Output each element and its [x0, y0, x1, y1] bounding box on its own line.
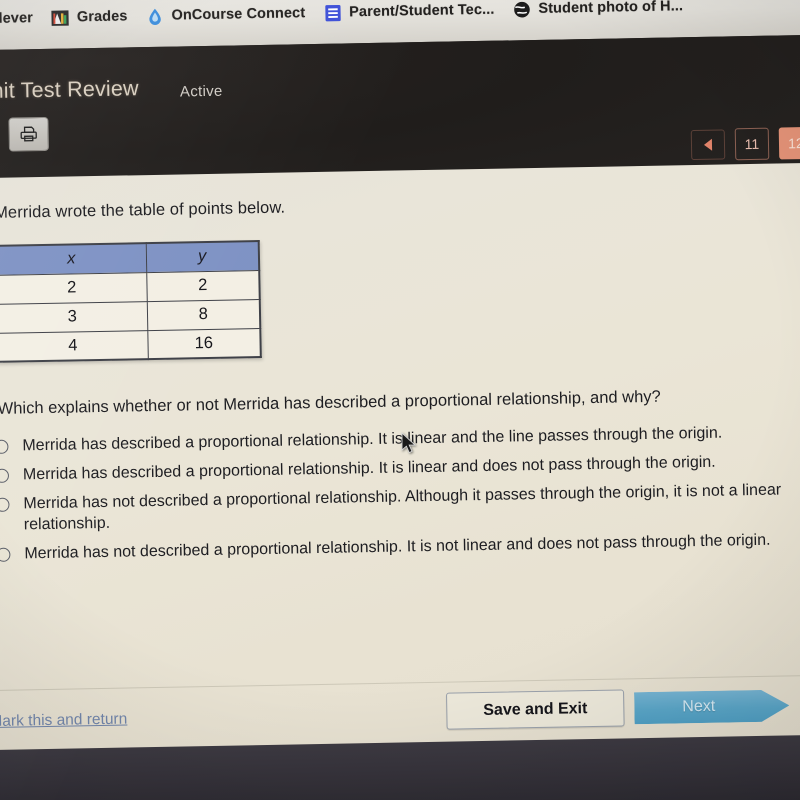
table-cell-x: 2 [0, 272, 147, 304]
table-header-y: y [145, 241, 260, 273]
prompt-text: Merrida wrote the table of points below. [0, 198, 286, 222]
bookmark-label: lever [0, 10, 34, 27]
table-cell-y: 16 [147, 328, 261, 360]
answer-option-label: Merrida has described a proportional rel… [22, 453, 716, 484]
grades-book-icon [51, 9, 70, 26]
caret-left-icon [703, 138, 713, 151]
bookmark-label: Parent/Student Tec... [349, 1, 495, 21]
question-text: Which explains whether or not Merrida ha… [0, 387, 661, 418]
radio-button-icon[interactable] [0, 497, 10, 513]
points-table: x y 2 2 3 8 4 16 [0, 240, 262, 363]
radio-button-icon[interactable] [0, 468, 10, 484]
answer-option-1[interactable]: Merrida has described a proportional rel… [0, 420, 800, 457]
table-cell-y: 2 [146, 270, 260, 302]
bookmark-clever[interactable]: lever [0, 6, 39, 32]
mark-this-and-return-link[interactable]: Mark this and return [0, 711, 127, 732]
bookmark-label: OnCourse Connect [171, 5, 306, 24]
status-badge: Active [179, 82, 223, 101]
pagination-prev-button[interactable] [690, 129, 726, 161]
document-lines-icon [324, 4, 341, 21]
answer-options: Merrida has described a proportional rel… [0, 420, 800, 574]
bookmark-label: Student photo of H... [538, 0, 684, 17]
pagination-page-12[interactable]: 12 [778, 126, 800, 160]
test-header: Unit Test Review Active 11 12 [0, 34, 800, 181]
bookmark-label: Grades [76, 8, 128, 26]
answer-option-3[interactable]: Merrida has not described a proportional… [0, 478, 800, 536]
next-button[interactable]: Next [634, 686, 790, 727]
oncourse-drop-icon [149, 8, 161, 25]
pagination: 11 12 [690, 126, 800, 161]
table-row: 4 16 [0, 328, 261, 362]
pagination-page-11[interactable]: 11 [734, 127, 770, 161]
bookmark-oncourse-connect[interactable]: OnCourse Connect [139, 1, 311, 29]
table-cell-y: 8 [146, 299, 261, 331]
printer-icon [20, 126, 37, 142]
bookmark-parent-student-tech[interactable]: Parent/Student Tec... [317, 0, 501, 25]
globe-icon [514, 1, 530, 17]
bookmark-grades[interactable]: Grades [45, 4, 134, 31]
table-cell-x: 4 [0, 330, 148, 362]
bookmark-student-photo[interactable]: Student photo of H... [506, 0, 689, 22]
page-title: Unit Test Review [0, 76, 140, 104]
screen-surface: lever Grades OnCourse Connect Parent/Stu… [0, 0, 800, 800]
answer-option-label: Merrida has described a proportional rel… [22, 424, 723, 455]
save-and-exit-button[interactable]: Save and Exit [445, 689, 625, 730]
radio-button-icon[interactable] [0, 548, 11, 563]
answer-option-label: Merrida has not described a proportional… [23, 481, 782, 534]
table-header-x: x [0, 243, 147, 275]
table-cell-x: 3 [0, 301, 148, 333]
print-button[interactable] [8, 116, 49, 152]
question-content: Merrida wrote the table of points below.… [0, 162, 800, 754]
radio-button-icon[interactable] [0, 439, 9, 454]
answer-option-label: Merrida has not described a proportional… [24, 532, 771, 563]
screen-photo: lever Grades OnCourse Connect Parent/Stu… [0, 0, 800, 800]
